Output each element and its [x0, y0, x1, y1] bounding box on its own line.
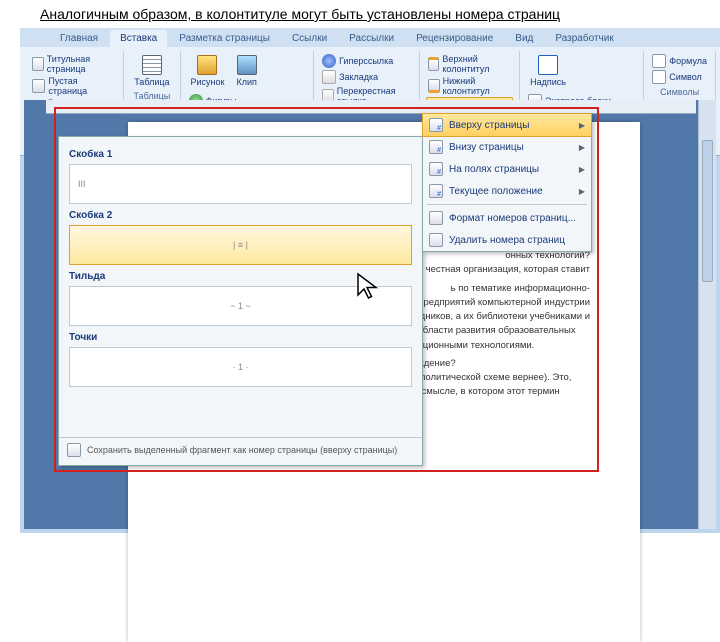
- bookmark-button[interactable]: Закладка: [320, 69, 380, 85]
- table-icon: [142, 55, 162, 75]
- chevron-right-icon: ▶: [579, 143, 585, 152]
- header-icon: [428, 57, 440, 71]
- gallery-item[interactable]: III: [69, 164, 412, 204]
- tab-developer[interactable]: Разработчик: [545, 30, 623, 47]
- bookmark-icon: [322, 70, 336, 84]
- tab-mailings[interactable]: Рассылки: [339, 30, 404, 47]
- hyperlink-icon: [322, 54, 336, 68]
- format-icon: [429, 211, 443, 225]
- slide-caption: Аналогичным образом, в колонтитуле могут…: [0, 0, 720, 28]
- textbox-icon: [538, 55, 558, 75]
- clipart-button[interactable]: Клип: [232, 53, 260, 89]
- blank-page-button[interactable]: Пустая страница: [30, 75, 117, 97]
- group-label: Символы: [660, 87, 699, 97]
- menu-separator: [427, 204, 587, 205]
- chevron-right-icon: ▶: [579, 165, 585, 174]
- word-window: Главная Вставка Разметка страницы Ссылки…: [20, 28, 720, 533]
- gallery-group-label: Скобка 1: [69, 149, 412, 160]
- tab-layout[interactable]: Разметка страницы: [169, 30, 280, 47]
- hyperlink-button[interactable]: Гиперссылка: [320, 53, 395, 69]
- gallery-item[interactable]: · 1 ·: [69, 347, 412, 387]
- page-icon: [32, 57, 44, 71]
- sample-number: | ≡ |: [233, 240, 248, 250]
- tab-home[interactable]: Главная: [50, 30, 108, 47]
- tab-view[interactable]: Вид: [505, 30, 543, 47]
- menu-item-top[interactable]: Вверху страницы▶: [422, 113, 592, 137]
- textbox-button[interactable]: Надпись: [526, 53, 570, 89]
- page-number-menu: Вверху страницы▶ Внизу страницы▶ На поля…: [422, 113, 592, 252]
- picture-icon: [197, 55, 217, 75]
- pagenum-icon: [429, 140, 443, 154]
- header-button[interactable]: Верхний колонтитул: [426, 53, 513, 75]
- pagenum-icon: [429, 118, 443, 132]
- tab-references[interactable]: Ссылки: [282, 30, 337, 47]
- cover-page-button[interactable]: Титульная страница: [30, 53, 117, 75]
- gallery-group-label: Скобка 2: [69, 210, 412, 221]
- clipart-icon: [237, 55, 257, 75]
- menu-item-bottom[interactable]: Внизу страницы▶: [423, 136, 591, 158]
- table-button[interactable]: Таблица: [130, 53, 173, 89]
- menu-item-remove[interactable]: Удалить номера страниц: [423, 229, 591, 251]
- gallery-group-label: Тильда: [69, 271, 412, 282]
- gallery-group-label: Точки: [69, 332, 412, 343]
- tab-review[interactable]: Рецензирование: [406, 30, 503, 47]
- page-number-gallery: Скобка 1 III Скобка 2 | ≡ | Тильда ~ 1 ~…: [58, 136, 423, 466]
- chevron-right-icon: ▶: [579, 121, 585, 130]
- equation-icon: [652, 54, 666, 68]
- sample-number: · 1 ·: [232, 362, 248, 372]
- page-icon: [32, 79, 45, 93]
- footer-icon: [428, 79, 440, 93]
- pagenum-icon: [429, 162, 443, 176]
- symbol-icon: [652, 70, 666, 84]
- sample-number: III: [78, 179, 86, 189]
- pagenum-icon: [429, 184, 443, 198]
- picture-button[interactable]: Рисунок: [187, 53, 229, 89]
- vertical-scrollbar[interactable]: [698, 100, 716, 529]
- remove-icon: [429, 233, 443, 247]
- gallery-item[interactable]: ~ 1 ~: [69, 286, 412, 326]
- horizontal-ruler: [46, 100, 696, 114]
- menu-item-format[interactable]: Формат номеров страниц...: [423, 207, 591, 229]
- symbol-button[interactable]: Символ: [650, 69, 703, 85]
- save-icon: [67, 443, 81, 457]
- menu-item-current[interactable]: Текущее положение▶: [423, 180, 591, 202]
- tab-insert[interactable]: Вставка: [110, 30, 167, 47]
- footer-button[interactable]: Нижний колонтитул: [426, 75, 513, 97]
- menu-item-margins[interactable]: На полях страницы▶: [423, 158, 591, 180]
- gallery-item[interactable]: | ≡ |: [69, 225, 412, 265]
- equation-button[interactable]: Формула: [650, 53, 709, 69]
- ribbon-tabs: Главная Вставка Разметка страницы Ссылки…: [20, 28, 720, 47]
- chevron-right-icon: ▶: [579, 187, 585, 196]
- sample-number: ~ 1 ~: [230, 301, 251, 311]
- gallery-save-selection[interactable]: Сохранить выделенный фрагмент как номер …: [59, 437, 422, 462]
